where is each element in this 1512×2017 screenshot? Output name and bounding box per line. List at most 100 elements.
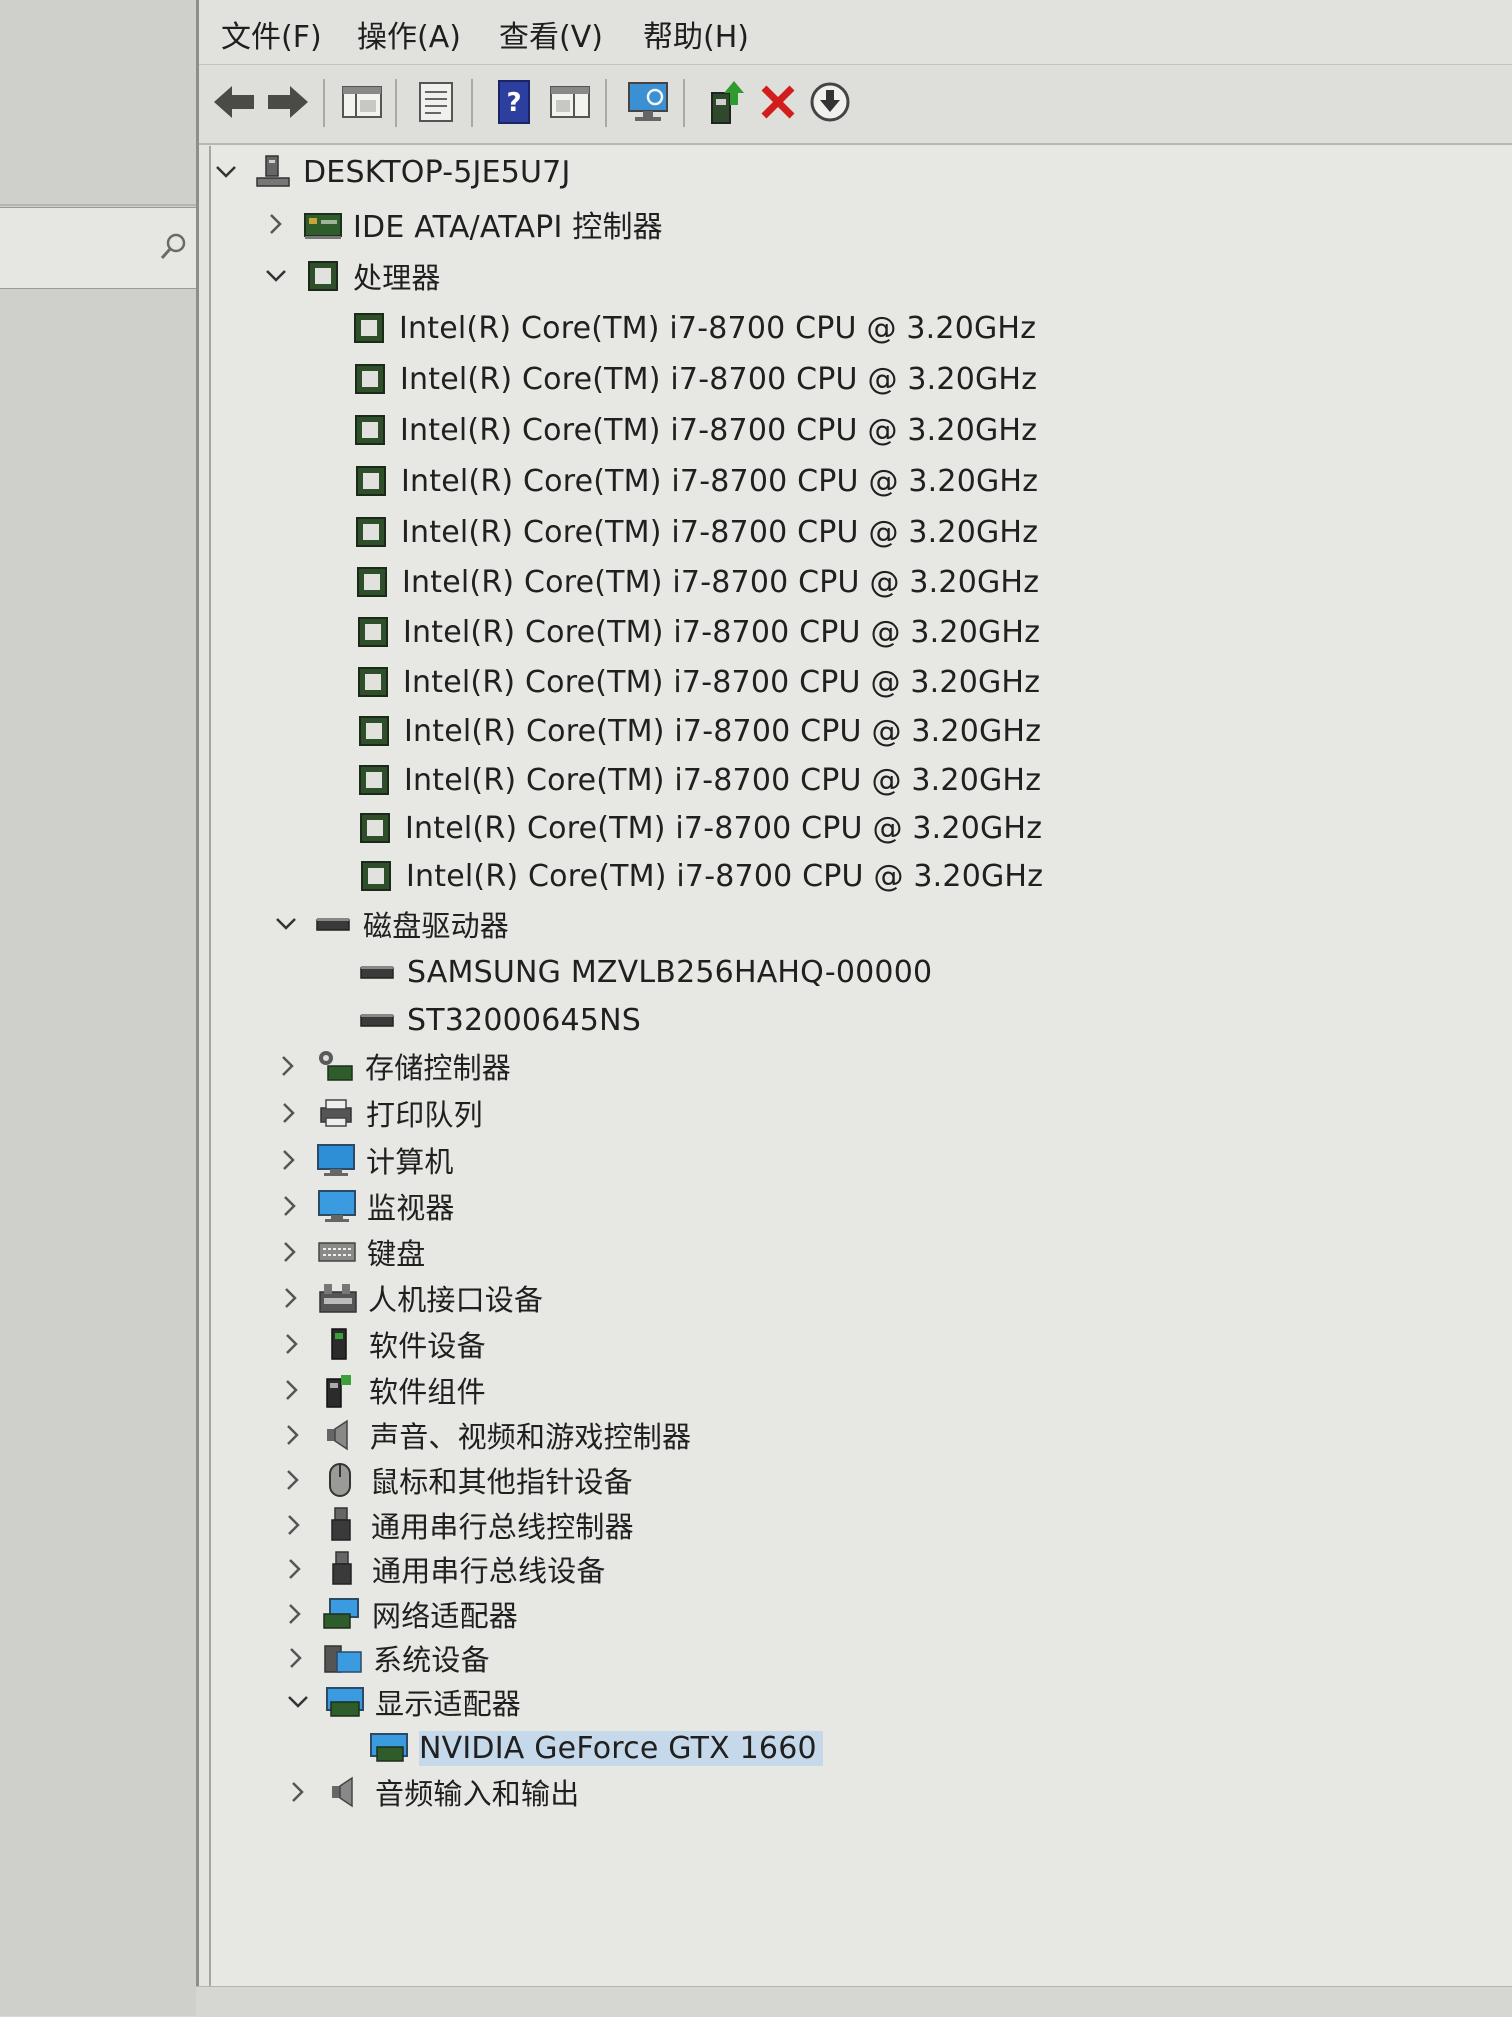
hid-icon (318, 1278, 358, 1318)
uninstall-button[interactable] (753, 77, 803, 127)
tree-category-ide[interactable]: IDE ATA/ATAPI 控制器 (261, 202, 663, 246)
tree-category[interactable]: 监视器 (275, 1184, 455, 1228)
tree-category[interactable]: 系统设备 (281, 1636, 490, 1680)
tree-item-processor[interactable]: Intel(R) Core(TM) i7-8700 CPU @ 3.20GHz (310, 560, 1039, 604)
chevron-right-icon[interactable] (280, 1554, 310, 1584)
tree-category[interactable]: 网络适配器 (280, 1592, 518, 1636)
search-icon[interactable] (156, 230, 190, 264)
chevron-right-icon[interactable] (278, 1465, 308, 1495)
cpu-icon (349, 308, 389, 348)
device-manager-window: 文件(F) 操作(A) 查看(V) 帮助(H) ? DESKTOP-5JE5U7… (196, 0, 1512, 2016)
tree-category-audio-io[interactable]: 音频输入和输出 (283, 1770, 579, 1814)
chevron-right-icon[interactable] (274, 1145, 304, 1175)
device-label: Intel(R) Core(TM) i7-8700 CPU @ 3.20GHz (403, 664, 1041, 700)
menu-help[interactable]: 帮助(H) (643, 12, 749, 56)
disable-download-icon (810, 82, 850, 122)
chevron-right-icon[interactable] (277, 1375, 307, 1405)
chevron-down-icon[interactable] (271, 909, 301, 939)
chevron-right-icon[interactable] (278, 1420, 308, 1450)
help-button[interactable]: ? (489, 77, 539, 127)
tree-category-display[interactable]: 显示适配器 (283, 1680, 521, 1724)
chevron-right-icon[interactable] (273, 1051, 303, 1081)
usb-icon (321, 1505, 361, 1545)
tree-category[interactable]: 人机接口设备 (276, 1276, 543, 1320)
menu-file[interactable]: 文件(F) (221, 12, 322, 56)
menu-action[interactable]: 操作(A) (357, 12, 461, 56)
tree-item-processor[interactable]: Intel(R) Core(TM) i7-8700 CPU @ 3.20GHz (314, 854, 1043, 898)
printer-icon (316, 1093, 356, 1133)
device-label: ST32000645NS (407, 1002, 641, 1038)
tree-category-disks[interactable]: 磁盘驱动器 (271, 902, 509, 946)
tree-item-processor[interactable]: Intel(R) Core(TM) i7-8700 CPU @ 3.20GHz (307, 306, 1036, 350)
chevron-right-icon[interactable] (275, 1191, 305, 1221)
tree-category-processors[interactable]: 处理器 (261, 254, 441, 298)
tree-category[interactable]: 软件组件 (277, 1368, 486, 1412)
chevron-down-icon[interactable] (283, 1687, 313, 1717)
monitor-icon (317, 1186, 357, 1226)
device-label: Intel(R) Core(TM) i7-8700 CPU @ 3.20GHz (400, 361, 1038, 397)
tree-category[interactable]: 声音、视频和游戏控制器 (278, 1413, 691, 1457)
help-icon: ? (498, 80, 530, 124)
search-box[interactable] (0, 207, 196, 289)
view-button[interactable] (545, 77, 595, 127)
device-label: NVIDIA GeForce GTX 1660 (419, 1730, 823, 1766)
category-label: 监视器 (367, 1191, 455, 1225)
tree-item-processor[interactable]: Intel(R) Core(TM) i7-8700 CPU @ 3.20GHz (312, 758, 1041, 802)
tree-item-processor[interactable]: Intel(R) Core(TM) i7-8700 CPU @ 3.20GHz (308, 357, 1037, 401)
chevron-right-icon[interactable] (276, 1283, 306, 1313)
tree-item-disk[interactable]: ST32000645NS (315, 998, 641, 1042)
chevron-right-icon[interactable] (280, 1599, 310, 1629)
chevron-right-icon[interactable] (277, 1329, 307, 1359)
tree-item-processor[interactable]: Intel(R) Core(TM) i7-8700 CPU @ 3.20GHz (309, 459, 1038, 503)
forward-button[interactable] (263, 77, 313, 127)
tree-item-processor[interactable]: Intel(R) Core(TM) i7-8700 CPU @ 3.20GHz (312, 709, 1041, 753)
category-label: 音频输入和输出 (375, 1777, 580, 1811)
tree-category[interactable]: 计算机 (274, 1138, 454, 1182)
toolbar-separator (471, 79, 473, 127)
tree-category[interactable]: 通用串行总线控制器 (279, 1503, 634, 1547)
software-device-icon (319, 1324, 359, 1364)
tree-category[interactable]: 打印队列 (274, 1091, 483, 1135)
tree-item-disk[interactable]: SAMSUNG MZVLB256HAHQ-00000 (315, 950, 932, 994)
tree-item-processor[interactable]: Intel(R) Core(TM) i7-8700 CPU @ 3.20GHz (311, 660, 1040, 704)
category-label: 软件设备 (369, 1329, 486, 1363)
category-label: 网络适配器 (372, 1599, 519, 1633)
tree-category[interactable]: 键盘 (275, 1230, 425, 1274)
chevron-down-icon[interactable] (211, 157, 241, 187)
tree-item-processor[interactable]: Intel(R) Core(TM) i7-8700 CPU @ 3.20GHz (311, 610, 1040, 654)
category-label: 打印队列 (366, 1098, 483, 1132)
chevron-right-icon[interactable] (274, 1098, 304, 1128)
menu-view[interactable]: 查看(V) (499, 12, 603, 56)
category-label: 系统设备 (373, 1643, 490, 1677)
chevron-down-icon[interactable] (261, 261, 291, 291)
tree-category[interactable]: 通用串行总线设备 (280, 1547, 606, 1591)
tree-item-processor[interactable]: Intel(R) Core(TM) i7-8700 CPU @ 3.20GHz (313, 806, 1042, 850)
update-driver-icon (711, 81, 744, 124)
device-label: Intel(R) Core(TM) i7-8700 CPU @ 3.20GHz (402, 564, 1040, 600)
disable-device-button[interactable] (805, 77, 855, 127)
properties-button[interactable] (411, 77, 461, 127)
update-driver-button[interactable] (701, 77, 751, 127)
back-button[interactable] (209, 77, 259, 127)
chevron-right-icon[interactable] (279, 1510, 309, 1540)
chevron-right-icon[interactable] (281, 1643, 311, 1673)
tree-item-gpu[interactable]: NVIDIA GeForce GTX 1660 (327, 1726, 823, 1770)
device-label: SAMSUNG MZVLB256HAHQ-00000 (407, 954, 933, 990)
category-label: 磁盘驱动器 (363, 909, 510, 943)
tree-category[interactable]: 存储控制器 (273, 1044, 511, 1088)
status-bar (196, 1986, 1512, 2017)
show-hide-tree-button[interactable] (337, 77, 387, 127)
tree-item-processor[interactable]: Intel(R) Core(TM) i7-8700 CPU @ 3.20GHz (308, 408, 1037, 452)
chevron-right-icon[interactable] (283, 1777, 313, 1807)
tree-item-processor[interactable]: Intel(R) Core(TM) i7-8700 CPU @ 3.20GHz (309, 510, 1038, 554)
chevron-right-icon[interactable] (275, 1237, 305, 1267)
category-label: 鼠标和其他指针设备 (370, 1465, 633, 1499)
tree-category[interactable]: 软件设备 (277, 1322, 486, 1366)
tree-category[interactable]: 鼠标和其他指针设备 (278, 1458, 633, 1502)
device-label: Intel(R) Core(TM) i7-8700 CPU @ 3.20GHz (400, 412, 1038, 448)
chevron-right-icon[interactable] (261, 209, 291, 239)
tree-root[interactable]: DESKTOP-5JE5U7J (211, 150, 571, 194)
scan-hardware-button[interactable] (623, 77, 673, 127)
category-label: 软件组件 (369, 1375, 486, 1409)
